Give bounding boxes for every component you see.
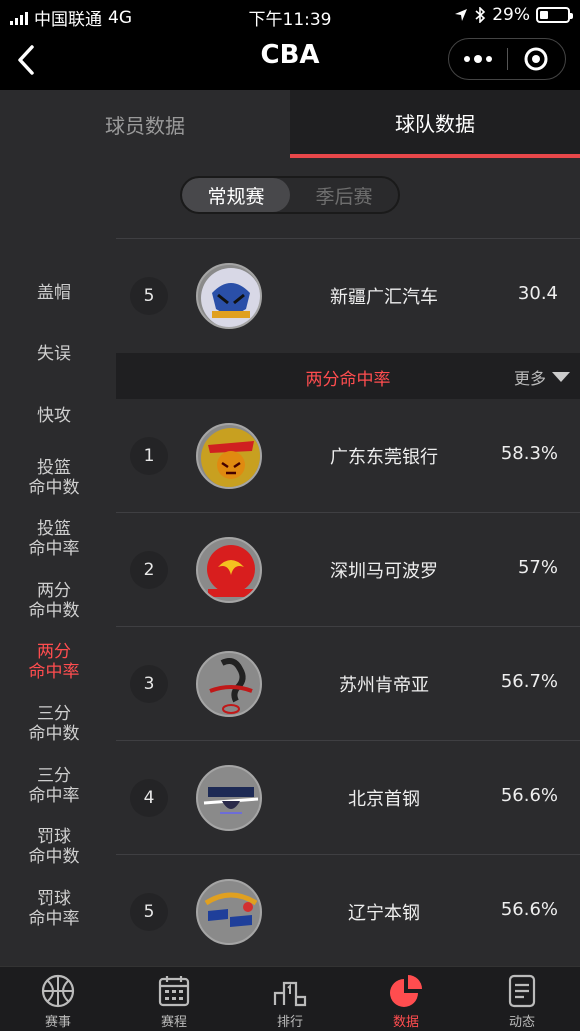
calendar-icon: [158, 976, 190, 1007]
sidebar-item-3pt-pct[interactable]: 三分 命中率: [0, 755, 108, 817]
sidebar-item-fastbreak[interactable]: 快攻: [0, 385, 108, 447]
more-dots-icon[interactable]: [449, 54, 507, 63]
rank-badge: 2: [130, 551, 168, 589]
sidebar-item-label: 三分 命中数: [28, 703, 80, 744]
tabbar-item-games[interactable]: 赛事: [0, 967, 116, 1031]
team-name: 广东东莞银行: [330, 447, 438, 468]
sidebar-item-ft-pct[interactable]: 罚球 命中率: [0, 878, 108, 940]
mini-program-capsule: [448, 38, 566, 80]
sidebar-item-label: 罚球 命中率: [28, 888, 80, 929]
stats-tabs: 球员数据 球队数据: [0, 90, 580, 158]
tabbar-label: 排行: [276, 1015, 303, 1030]
table-row[interactable]: 5 辽宁本钢 56.6%: [116, 855, 580, 969]
table-row[interactable]: 5 新疆广汇汽车 30.4: [116, 239, 580, 353]
stat-value: 56.6%: [500, 785, 558, 806]
table-row[interactable]: 3 苏州肯帝亚 56.7%: [116, 627, 580, 741]
sidebar-item-label: 罚球 命中数: [28, 827, 80, 868]
stat-value: 30.4: [517, 283, 558, 304]
podium-icon: [273, 981, 307, 1007]
sidebar-item-label: 失误: [37, 344, 71, 365]
sidebar-item-3pt-made[interactable]: 三分 命中数: [0, 693, 108, 755]
team-logo-shenzhen-icon: [196, 537, 262, 603]
team-ranking-list: 5 新疆广汇汽车 30.4 两分命中率 更多 1 广东东莞银行 58.3% 2 …: [116, 238, 580, 969]
more-button[interactable]: 更多: [514, 365, 570, 389]
team-name: 新疆广汇汽车: [330, 287, 438, 308]
team-logo-dragon-icon: [196, 651, 262, 717]
tabbar-item-schedule[interactable]: 赛程: [116, 967, 232, 1031]
tabbar-label: 数据: [392, 1015, 419, 1030]
regular-season-button[interactable]: 常规赛: [182, 178, 290, 212]
tabbar-label: 赛事: [44, 1015, 71, 1030]
tabbar-item-news[interactable]: 动态: [464, 967, 580, 1031]
sidebar-item-fg-made[interactable]: 投篮 命中数: [0, 447, 108, 509]
battery-percent: 29%: [492, 5, 530, 25]
sidebar-item-2pt-pct[interactable]: 两分 命中率: [0, 632, 108, 694]
tabbar-item-rankings[interactable]: 排行: [232, 967, 348, 1031]
season-switch: 常规赛 季后赛: [180, 176, 400, 214]
table-row[interactable]: 2 深圳马可波罗 57%: [116, 513, 580, 627]
basketball-icon: [41, 974, 75, 1008]
sidebar-item-2pt-made[interactable]: 两分 命中数: [0, 570, 108, 632]
battery-fill: [540, 11, 548, 19]
bottom-tab-bar: 赛事 赛程 排行 数据 动态: [0, 966, 580, 1031]
section-header: 两分命中率 更多: [116, 353, 580, 399]
sidebar-item-label: 投篮 命中数: [28, 457, 80, 498]
sidebar-item-label: 投篮 命中率: [28, 519, 80, 560]
playoffs-button[interactable]: 季后赛: [290, 178, 398, 212]
sidebar-item-fg-pct[interactable]: 投篮 命中率: [0, 508, 108, 570]
rank-badge: 3: [130, 665, 168, 703]
stat-value: 58.3%: [500, 443, 558, 464]
dropdown-triangle-icon: [552, 372, 570, 382]
tab-player-stats[interactable]: 球员数据: [0, 90, 290, 158]
team-logo-guangdong-icon: [196, 423, 262, 489]
rank-badge: 4: [130, 779, 168, 817]
category-sidebar: 盖帽 失误 快攻 投篮 命中数 投篮 命中率 两分 命中数 两分 命中率 三分 命中数 三…: [0, 262, 108, 940]
rank-badge: 5: [130, 893, 168, 931]
stat-value: 56.7%: [500, 671, 558, 692]
table-row[interactable]: 1 广东东莞银行 58.3%: [116, 399, 580, 513]
team-name: 北京首钢: [348, 789, 420, 810]
sidebar-item-label: 盖帽: [37, 282, 71, 303]
team-name: 深圳马可波罗: [330, 561, 438, 582]
bluetooth-icon: [475, 7, 486, 23]
tabbar-item-data[interactable]: 数据: [348, 967, 464, 1031]
close-target-icon[interactable]: [507, 46, 565, 72]
section-title: 两分命中率: [305, 370, 391, 390]
table-row[interactable]: 4 北京首钢 56.6%: [116, 741, 580, 855]
status-right: 29%: [454, 5, 573, 25]
sidebar-item-blocks[interactable]: 盖帽: [0, 262, 108, 324]
sidebar-item-label: 两分 命中数: [28, 580, 80, 621]
sidebar-item-label: 三分 命中率: [28, 765, 80, 806]
more-label: 更多: [513, 369, 546, 388]
rank-badge: 1: [130, 437, 168, 475]
team-logo-tiger-icon: [196, 263, 262, 329]
stat-value: 57%: [517, 557, 558, 578]
status-bar: 中国联通 4G 下午11:39 29%: [0, 0, 580, 30]
team-logo-ducks-icon: [196, 765, 262, 831]
sidebar-item-turnovers[interactable]: 失误: [0, 324, 108, 386]
stat-value: 56.6%: [500, 899, 558, 920]
sidebar-item-ft-made[interactable]: 罚球 命中数: [0, 816, 108, 878]
tabbar-label: 动态: [508, 1015, 535, 1030]
tabbar-label: 赛程: [160, 1015, 187, 1030]
team-logo-liaoning-icon: [196, 879, 262, 945]
sidebar-item-label: 两分 命中率: [28, 642, 80, 683]
sidebar-item-label: 快攻: [37, 405, 71, 426]
rank-badge: 5: [130, 277, 168, 315]
location-icon: [455, 9, 468, 21]
pie-chart-icon: [390, 975, 422, 1007]
tab-team-stats[interactable]: 球队数据: [290, 90, 580, 158]
team-name: 辽宁本钢: [348, 903, 420, 924]
nav-bar: CBA: [0, 30, 580, 90]
battery-icon: [536, 7, 573, 23]
team-name: 苏州肯帝亚: [339, 675, 429, 696]
document-icon: [508, 974, 536, 1008]
